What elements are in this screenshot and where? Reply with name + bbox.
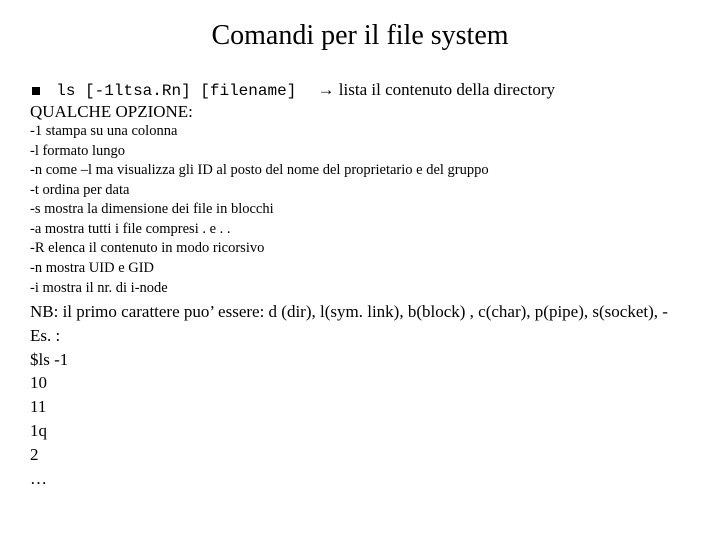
note-line: 1q	[30, 419, 690, 443]
note-line: 11	[30, 395, 690, 419]
list-item: -a mostra tutti i file compresi . e . .	[30, 220, 690, 240]
arrow-icon: →	[318, 80, 335, 99]
note-line: …	[30, 467, 690, 491]
command-line: ls [-1ltsa.Rn] [filename] → lista il con…	[30, 80, 690, 100]
list-item: -n mostra UID e GID	[30, 259, 690, 279]
options-list: -1 stampa su una colonna -l formato lung…	[30, 122, 690, 298]
list-item: -s mostra la dimensione dei file in bloc…	[30, 200, 690, 220]
options-heading: QUALCHE OPZIONE:	[30, 102, 690, 122]
list-item: -t ordina per data	[30, 181, 690, 201]
note-line: 2	[30, 443, 690, 467]
command-desc-text: lista il contenuto della directory	[339, 80, 555, 99]
list-item: -l formato lungo	[30, 142, 690, 162]
list-item: -R elenca il contenuto in modo ricorsivo	[30, 239, 690, 259]
command-code: ls [-1ltsa.Rn] [filename]	[56, 82, 296, 100]
note-line: 10	[30, 371, 690, 395]
document-page: Comandi per il file system ls [-1ltsa.Rn…	[0, 0, 720, 510]
page-title: Comandi per il file system	[30, 20, 690, 52]
list-item: -i mostra il nr. di i-node	[30, 279, 690, 299]
list-item: -n come –l ma visualizza gli ID al posto…	[30, 161, 690, 181]
note-line: NB: il primo carattere puo’ essere: d (d…	[30, 300, 690, 324]
command-description: → lista il contenuto della directory	[318, 80, 555, 100]
bullet-icon	[32, 87, 40, 95]
notes-block: NB: il primo carattere puo’ essere: d (d…	[30, 300, 690, 490]
note-line: $ls -1	[30, 348, 690, 372]
list-item: -1 stampa su una colonna	[30, 122, 690, 142]
note-line: Es. :	[30, 324, 690, 348]
